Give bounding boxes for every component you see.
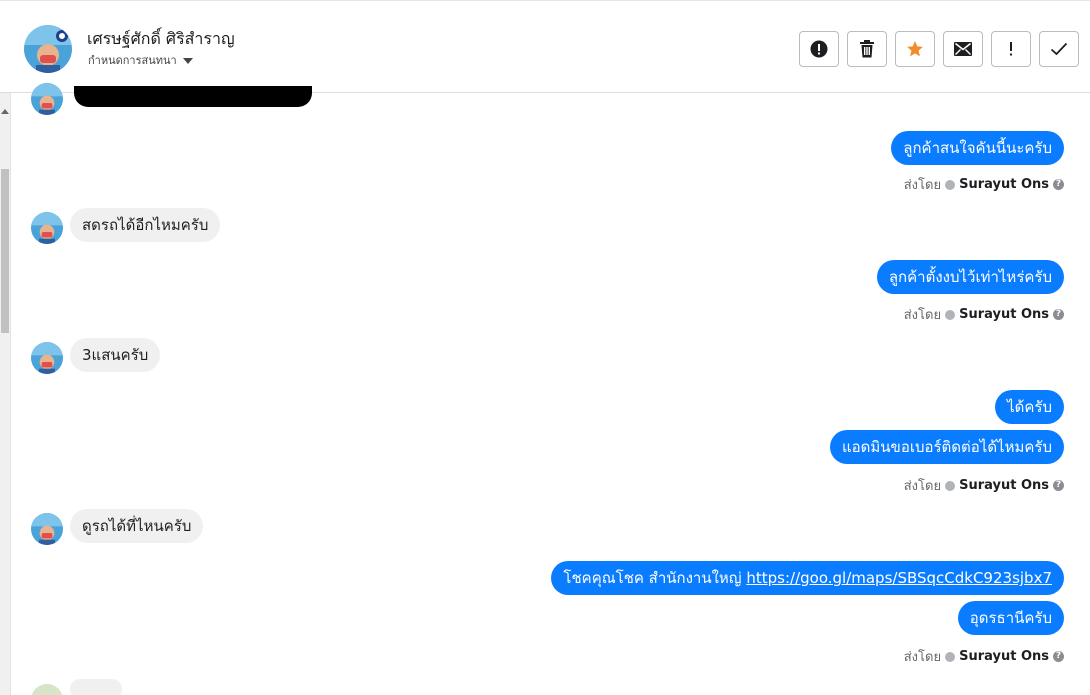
help-icon[interactable]: ?: [1053, 309, 1064, 320]
agent-status-icon: [945, 179, 956, 190]
caret-down-icon: [182, 57, 193, 64]
outgoing-message: อุดรธานีครับ: [957, 601, 1064, 635]
help-icon[interactable]: ?: [1053, 480, 1064, 491]
follow-up-button[interactable]: [991, 31, 1031, 67]
help-icon[interactable]: ?: [1053, 179, 1064, 190]
exclamation-circle-icon: [810, 40, 828, 58]
contact-message-avatar: [31, 684, 63, 695]
outgoing-message: ลูกค้าตั้งงบไว้เท่าไหร่ครับ: [876, 260, 1064, 294]
sent-by-info: ส่งโดย Surayut Ons ?: [904, 174, 1064, 195]
outgoing-message: ลูกค้าสนใจคันนี้นะครับ: [891, 131, 1064, 165]
sent-by-info: ส่งโดย Surayut Ons ?: [904, 304, 1064, 325]
outgoing-message: แอดมินขอเบอร์ติดต่อได้ไหมครับ: [830, 430, 1064, 464]
star-button[interactable]: [895, 31, 935, 67]
sent-by-info: ส่งโดย Surayut Ons ?: [904, 646, 1064, 667]
incoming-message: [70, 679, 122, 695]
media-message-preview[interactable]: [74, 86, 312, 107]
contact-message-avatar: [31, 212, 63, 244]
mark-unread-button[interactable]: [943, 31, 983, 67]
mark-done-button[interactable]: [1039, 31, 1079, 67]
help-icon[interactable]: ?: [1053, 651, 1064, 662]
agent-status-icon: [945, 480, 956, 491]
trash-icon: [860, 40, 874, 58]
map-link[interactable]: https://goo.gl/maps/SBSqcCdkC923sjbx7: [746, 569, 1052, 587]
conversation-header: เศรษฐ์ศักดิ์ ศิริสำราญ กำหนดการสนทนา: [0, 0, 1090, 93]
contact-message-avatar: [31, 83, 63, 115]
message-scrollbar[interactable]: [0, 93, 11, 695]
incoming-message: สดรถได้อีกไหมครับ: [70, 208, 221, 242]
scroll-thumb[interactable]: [1, 169, 9, 333]
incoming-message: 3แสนครับ: [70, 338, 161, 372]
agent-status-icon: [945, 651, 956, 662]
conversation-toolbar: [799, 31, 1079, 67]
exclamation-mark-icon: [1010, 42, 1012, 56]
assign-conversation-label: กำหนดการสนทนา: [88, 54, 177, 67]
mark-spam-button[interactable]: [799, 31, 839, 67]
assign-conversation-dropdown[interactable]: กำหนดการสนทนา: [88, 51, 193, 69]
agent-status-icon: [945, 309, 956, 320]
outgoing-message: ได้ครับ: [995, 390, 1064, 424]
contact-message-avatar: [31, 513, 63, 545]
sent-by-info: ส่งโดย Surayut Ons ?: [904, 475, 1064, 496]
star-icon: [907, 41, 923, 57]
contact-message-avatar: [31, 342, 63, 374]
envelope-icon: [954, 42, 972, 56]
scroll-up-arrow-icon[interactable]: [1, 109, 9, 114]
contact-name: เศรษฐ์ศักดิ์ ศิริสำราญ: [87, 29, 235, 48]
contact-avatar[interactable]: [24, 25, 72, 73]
outgoing-message: โชคคุณโชค สำนักงานใหญ่ https://goo.gl/ma…: [551, 561, 1064, 595]
delete-button[interactable]: [847, 31, 887, 67]
checkmark-icon: [1050, 42, 1068, 56]
incoming-message: ดูรถได้ที่ไหนครับ: [70, 509, 204, 543]
